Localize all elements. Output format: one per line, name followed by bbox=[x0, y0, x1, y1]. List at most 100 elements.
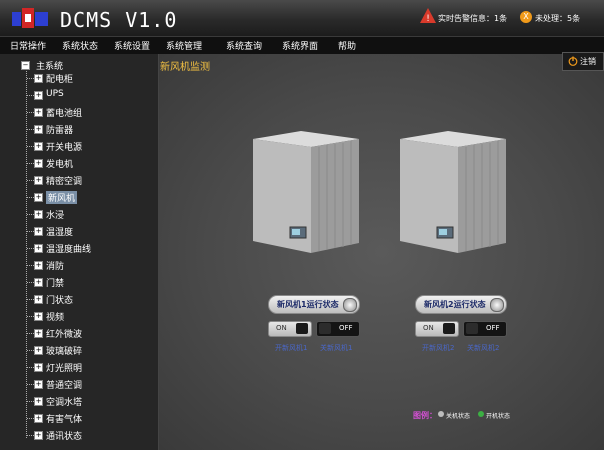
unit-2-off-switch[interactable]: OFF bbox=[463, 321, 507, 337]
sidebar-item-label: 有害气体 bbox=[46, 415, 83, 425]
tree-expand-toggle[interactable]: + bbox=[34, 295, 43, 304]
tree-connector bbox=[27, 95, 34, 96]
unit-2-status-light bbox=[490, 298, 504, 312]
sidebar-item[interactable]: + 温湿度曲线 bbox=[0, 241, 158, 257]
tree-connector bbox=[27, 333, 34, 334]
logout-label: 注销 bbox=[580, 57, 596, 66]
sidebar-item-label: 配电柜 bbox=[46, 75, 74, 85]
tree-connector bbox=[27, 248, 34, 249]
tree-expand-toggle[interactable]: + bbox=[34, 159, 43, 168]
sidebar-item[interactable]: + 灯光照明 bbox=[0, 360, 158, 376]
tree-collapse-toggle[interactable]: − bbox=[21, 61, 30, 70]
tree-expand-toggle[interactable]: + bbox=[34, 244, 43, 253]
sidebar-item[interactable]: + 开关电源 bbox=[0, 139, 158, 155]
tree-connector bbox=[27, 180, 34, 181]
sidebar-item[interactable]: + 有害气体 bbox=[0, 411, 158, 427]
tree-expand-toggle[interactable]: + bbox=[34, 74, 43, 83]
tree-expand-toggle[interactable]: + bbox=[34, 278, 43, 287]
unit-1-on-knob bbox=[296, 323, 308, 334]
menu-system-query[interactable]: 系统查询 bbox=[226, 39, 262, 52]
sidebar-item[interactable]: + 玻璃破碎 bbox=[0, 343, 158, 359]
sidebar-item-label: 空调水塔 bbox=[46, 398, 83, 408]
sidebar-item[interactable]: + 新风机 bbox=[0, 190, 158, 206]
sidebar-item[interactable]: + UPS bbox=[0, 88, 158, 104]
tree-expand-toggle[interactable]: + bbox=[34, 91, 43, 100]
tree-expand-toggle[interactable]: + bbox=[34, 227, 43, 236]
tree-expand-toggle[interactable]: + bbox=[34, 431, 43, 440]
unit-2-on-switch[interactable]: ON bbox=[415, 321, 459, 337]
tree-expand-toggle[interactable]: + bbox=[34, 346, 43, 355]
sidebar-item[interactable]: + 通讯状态 bbox=[0, 428, 158, 444]
page-title: 新风机监测 bbox=[160, 62, 210, 73]
unit-2-on-text: ON bbox=[423, 324, 434, 332]
tree-expand-toggle[interactable]: + bbox=[34, 125, 43, 134]
sidebar-item[interactable]: + 发电机 bbox=[0, 156, 158, 172]
sidebar-item-label: 温湿度曲线 bbox=[46, 245, 92, 255]
pending-icon: X bbox=[520, 11, 532, 23]
company-logo-icon bbox=[12, 8, 48, 28]
sidebar-item[interactable]: + 空调水塔 bbox=[0, 394, 158, 410]
sidebar-item-label: 水浸 bbox=[46, 211, 65, 221]
tree-expand-toggle[interactable]: + bbox=[34, 329, 43, 338]
sidebar-item-label: 门状态 bbox=[46, 296, 74, 306]
menu-system-management[interactable]: 系统管理 bbox=[166, 39, 202, 52]
tree-expand-toggle[interactable]: + bbox=[34, 261, 43, 270]
tree-expand-toggle[interactable]: + bbox=[34, 312, 43, 321]
unit-1-off-caption[interactable]: 关新风机1 bbox=[320, 343, 352, 353]
tree-expand-toggle[interactable]: + bbox=[34, 363, 43, 372]
unit-1-off-text: OFF bbox=[339, 324, 353, 332]
tree-connector bbox=[27, 401, 34, 402]
tree-connector bbox=[27, 112, 34, 113]
tree-expand-toggle[interactable]: + bbox=[34, 380, 43, 389]
sidebar-item[interactable]: + 门状态 bbox=[0, 292, 158, 308]
sidebar-item-label: 灯光照明 bbox=[46, 364, 83, 374]
realtime-alarm-info[interactable]: 实时告警信息：1条 bbox=[438, 13, 507, 24]
tree-connector bbox=[27, 231, 34, 232]
sidebar-item[interactable]: + 配电柜 bbox=[0, 71, 158, 87]
sidebar-item[interactable]: + 防雷器 bbox=[0, 122, 158, 138]
sidebar-item[interactable]: + 精密空调 bbox=[0, 173, 158, 189]
tree-connector bbox=[27, 384, 34, 385]
logout-button[interactable]: 注销 bbox=[562, 52, 604, 71]
tree-expand-toggle[interactable]: + bbox=[34, 142, 43, 151]
tree-expand-toggle[interactable]: + bbox=[34, 210, 43, 219]
sidebar-item[interactable]: + 蓄电池组 bbox=[0, 105, 158, 121]
tree-connector bbox=[27, 265, 34, 266]
power-icon bbox=[568, 56, 578, 66]
unit-2-on-caption[interactable]: 开新风机2 bbox=[422, 343, 454, 353]
sidebar-item[interactable]: + 普通空调 bbox=[0, 377, 158, 393]
tree-expand-toggle[interactable]: + bbox=[34, 193, 43, 202]
sidebar-item[interactable]: + 视频 bbox=[0, 309, 158, 325]
unit-2-off-knob bbox=[466, 323, 478, 334]
menu-system-settings[interactable]: 系统设置 bbox=[114, 39, 150, 52]
sidebar-item-label: 玻璃破碎 bbox=[46, 347, 83, 357]
sidebar-item[interactable]: + 水浸 bbox=[0, 207, 158, 223]
tree-expand-toggle[interactable]: + bbox=[34, 176, 43, 185]
tree-connector bbox=[27, 163, 34, 164]
unit-1-on-switch[interactable]: ON bbox=[268, 321, 312, 337]
unit-1-off-switch[interactable]: OFF bbox=[316, 321, 360, 337]
sidebar-item[interactable]: + 门禁 bbox=[0, 275, 158, 291]
sidebar-item[interactable]: + 温湿度 bbox=[0, 224, 158, 240]
menu-help[interactable]: 帮助 bbox=[338, 39, 356, 52]
menu-system-status[interactable]: 系统状态 bbox=[62, 39, 98, 52]
unit-2-off-caption[interactable]: 关新风机2 bbox=[467, 343, 499, 353]
tree-expand-toggle[interactable]: + bbox=[34, 397, 43, 406]
sidebar-item[interactable]: + 红外微波 bbox=[0, 326, 158, 342]
alarm-warning-icon[interactable]: ! bbox=[420, 8, 436, 23]
title-bar: DCMS V1.0 ! 实时告警信息：1条 X 未处理：5条 bbox=[0, 0, 604, 36]
menu-system-interface[interactable]: 系统界面 bbox=[282, 39, 318, 52]
tree-expand-toggle[interactable]: + bbox=[34, 108, 43, 117]
unit-1-on-caption[interactable]: 开新风机1 bbox=[275, 343, 307, 353]
pending-count[interactable]: 未处理：5条 bbox=[535, 13, 580, 24]
unit-2-off-text: OFF bbox=[486, 324, 500, 332]
menu-daily-ops[interactable]: 日常操作 bbox=[10, 39, 46, 52]
sidebar-item-label: 普通空调 bbox=[46, 381, 83, 391]
tree-expand-toggle[interactable]: + bbox=[34, 414, 43, 423]
sidebar-item-label: 门禁 bbox=[46, 279, 65, 289]
tree-connector bbox=[27, 197, 34, 198]
sidebar-item-label: 温湿度 bbox=[46, 228, 74, 238]
sidebar-item[interactable]: + 消防 bbox=[0, 258, 158, 274]
legend-title: 图例： bbox=[413, 411, 437, 420]
unit-1-status-indicator: 新风机1运行状态 bbox=[268, 295, 360, 314]
